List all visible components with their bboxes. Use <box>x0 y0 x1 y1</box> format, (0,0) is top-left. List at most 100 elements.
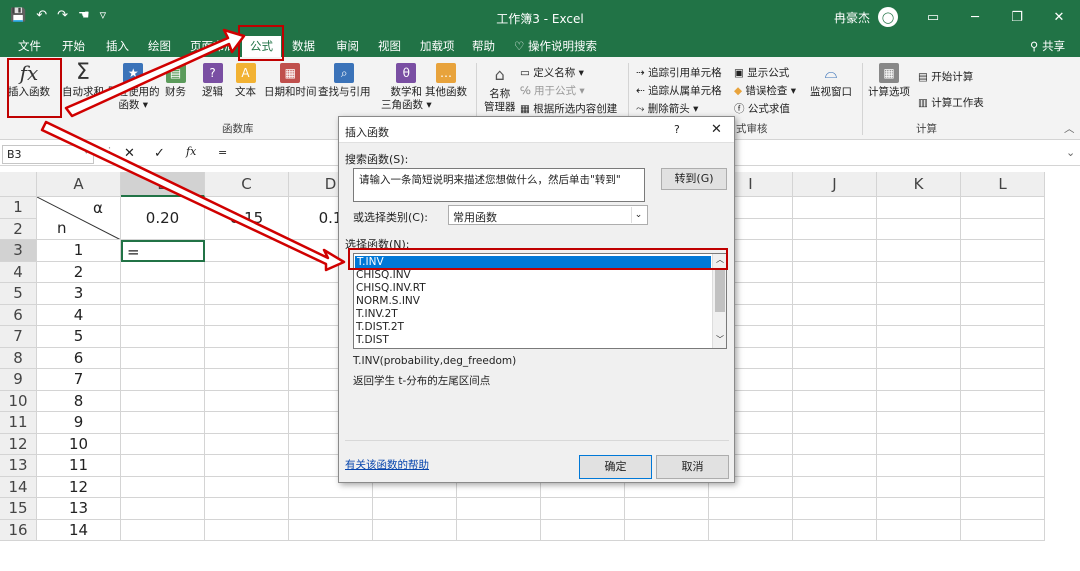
table-cell[interactable] <box>877 261 961 283</box>
n-value-cell[interactable]: 6 <box>37 347 121 369</box>
table-cell[interactable] <box>205 261 289 283</box>
table-cell[interactable] <box>877 240 961 262</box>
insert-function-fx-icon[interactable]: fx <box>186 145 196 158</box>
table-cell[interactable] <box>121 498 205 520</box>
table-cell[interactable] <box>205 412 289 434</box>
table-cell[interactable] <box>205 283 289 305</box>
table-cell[interactable] <box>793 240 877 262</box>
column-header-b[interactable]: B <box>121 172 205 197</box>
tab-view[interactable]: 视图 <box>378 38 401 54</box>
tab-insert[interactable]: 插入 <box>106 38 129 54</box>
table-cell[interactable] <box>793 218 877 240</box>
table-cell[interactable] <box>121 390 205 412</box>
tab-file[interactable]: 文件 <box>18 38 41 54</box>
n-value-cell[interactable]: 4 <box>37 304 121 326</box>
minimize-icon[interactable]: ─ <box>954 10 996 25</box>
close-window-icon[interactable]: ✕ <box>1038 10 1080 25</box>
table-cell[interactable] <box>121 304 205 326</box>
table-cell[interactable] <box>877 498 961 520</box>
table-cell[interactable] <box>877 369 961 391</box>
tab-page-layout[interactable]: 页面布局 <box>190 38 236 54</box>
table-cell[interactable] <box>961 283 1045 305</box>
table-cell[interactable] <box>121 369 205 391</box>
table-cell[interactable] <box>793 283 877 305</box>
table-cell[interactable] <box>289 498 373 520</box>
function-help-link[interactable]: 有关该函数的帮助 <box>345 457 429 472</box>
table-cell[interactable] <box>121 347 205 369</box>
row-header-2[interactable]: 2 <box>0 218 37 240</box>
enter-check-icon[interactable]: ✓ <box>154 146 165 161</box>
trace-dependents-button[interactable]: ⇠ 追踪从属单元格 <box>636 83 722 98</box>
column-header-l[interactable]: L <box>961 172 1045 197</box>
table-cell[interactable] <box>457 498 541 520</box>
table-cell[interactable] <box>373 519 457 541</box>
table-cell[interactable] <box>961 476 1045 498</box>
cancel-entry-icon[interactable]: ✕ <box>124 146 135 161</box>
category-select[interactable]: 常用函数 ⌄ <box>448 205 648 225</box>
row-header-11[interactable]: 11 <box>0 412 37 434</box>
n-value-cell[interactable]: 13 <box>37 498 121 520</box>
table-cell[interactable] <box>961 326 1045 348</box>
n-value-cell[interactable]: 7 <box>37 369 121 391</box>
column-header-j[interactable]: J <box>793 172 877 197</box>
table-cell[interactable] <box>709 498 793 520</box>
table-cell[interactable] <box>457 519 541 541</box>
tab-help[interactable]: 帮助 <box>472 38 495 54</box>
row-header-1[interactable]: 1 <box>0 197 37 219</box>
ok-button[interactable]: 确定 <box>579 455 652 479</box>
help-question-icon[interactable]: ? <box>674 123 680 136</box>
expand-formula-bar-icon[interactable]: ⌄ <box>1066 146 1075 159</box>
name-box-dropdown-icon[interactable]: ▾ <box>84 147 89 157</box>
table-cell[interactable] <box>877 433 961 455</box>
n-value-cell[interactable]: 8 <box>37 390 121 412</box>
table-cell[interactable] <box>289 519 373 541</box>
n-value-cell[interactable]: 9 <box>37 412 121 434</box>
table-cell[interactable] <box>961 390 1045 412</box>
table-cell[interactable] <box>961 240 1045 262</box>
n-value-cell[interactable]: 3 <box>37 283 121 305</box>
table-cell[interactable] <box>793 261 877 283</box>
table-cell[interactable] <box>961 304 1045 326</box>
row-header-7[interactable]: 7 <box>0 326 37 348</box>
table-cell[interactable] <box>877 455 961 477</box>
table-cell[interactable] <box>877 519 961 541</box>
row-header-12[interactable]: 12 <box>0 433 37 455</box>
table-cell[interactable] <box>961 197 1045 219</box>
table-cell[interactable] <box>961 455 1045 477</box>
datetime-button[interactable]: ▦ 日期和时间 <box>264 63 317 99</box>
formula-content[interactable]: = <box>218 146 227 159</box>
active-cell-b3[interactable]: = <box>121 240 205 262</box>
table-cell[interactable] <box>205 304 289 326</box>
table-cell[interactable] <box>625 498 709 520</box>
table-cell[interactable] <box>121 455 205 477</box>
dialog-close-icon[interactable]: ✕ <box>711 122 722 137</box>
use-in-formula-button[interactable]: ℅ 用于公式 ▾ <box>520 83 585 98</box>
table-cell[interactable] <box>961 218 1045 240</box>
tab-draw[interactable]: 绘图 <box>148 38 171 54</box>
calculate-now-button[interactable]: ▤ 开始计算 <box>918 69 973 84</box>
table-cell[interactable] <box>541 519 625 541</box>
remove-arrows-button[interactable]: ⤳ 删除箭头 ▾ <box>636 101 698 116</box>
row-header-9[interactable]: 9 <box>0 369 37 391</box>
table-cell[interactable] <box>877 197 961 219</box>
tab-review[interactable]: 审阅 <box>336 38 359 54</box>
row-header-15[interactable]: 15 <box>0 498 37 520</box>
category-dropdown-icon[interactable]: ⌄ <box>631 207 645 223</box>
table-cell[interactable] <box>709 519 793 541</box>
row-header-16[interactable]: 16 <box>0 519 37 541</box>
logical-button[interactable]: ? 逻辑 <box>202 63 223 99</box>
error-checking-button[interactable]: ◆ 错误检查 ▾ <box>734 83 796 98</box>
table-cell[interactable] <box>121 476 205 498</box>
table-cell[interactable] <box>121 283 205 305</box>
restore-icon[interactable]: ❐ <box>996 10 1038 25</box>
text-button[interactable]: A 文本 <box>235 63 256 99</box>
table-cell[interactable] <box>793 197 877 219</box>
table-cell[interactable] <box>205 433 289 455</box>
row-header-6[interactable]: 6 <box>0 304 37 326</box>
list-item[interactable]: CHISQ.INV <box>356 269 411 281</box>
avatar-icon[interactable]: ◯ <box>878 7 898 27</box>
select-all-corner[interactable] <box>0 172 37 197</box>
recently-used-button[interactable]: ★ 最近使用的 函数 ▾ <box>107 63 160 112</box>
table-cell[interactable] <box>961 433 1045 455</box>
list-item[interactable]: CHISQ.INV.RT <box>356 282 426 294</box>
